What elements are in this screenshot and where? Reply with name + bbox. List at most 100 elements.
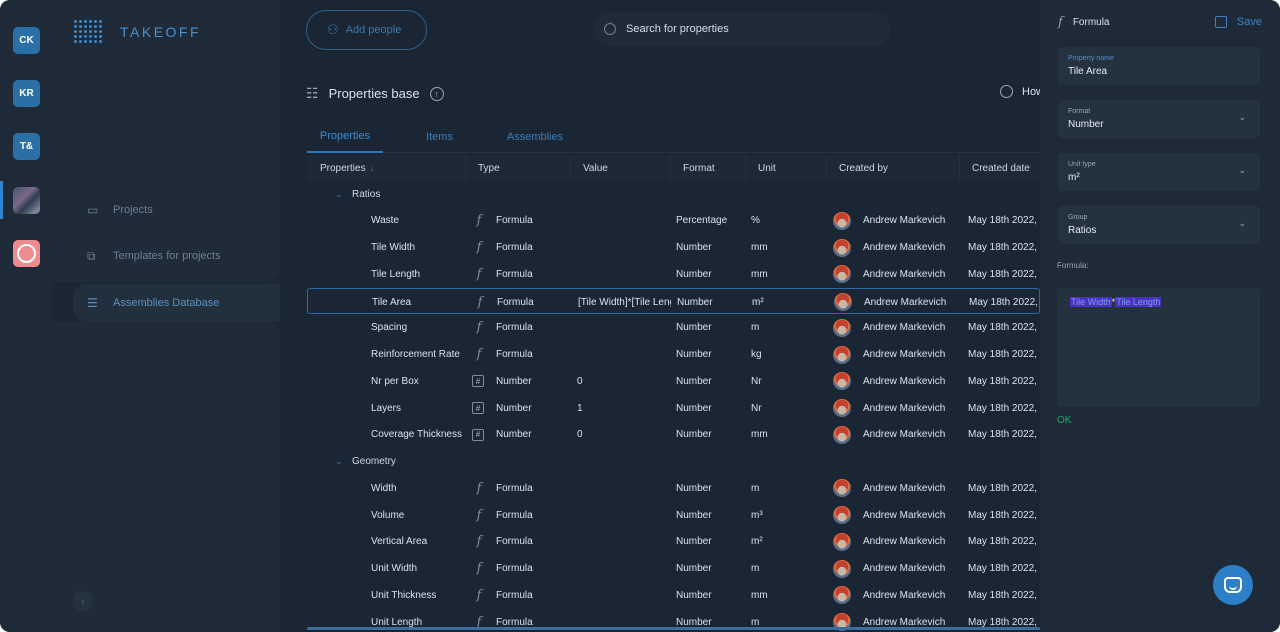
column-header-format[interactable]: Format [670, 155, 745, 181]
chevron-down-icon: ⌄ [335, 188, 343, 199]
type-cell: f Formula [472, 235, 570, 261]
type-cell: # Number [472, 422, 570, 448]
table-row[interactable]: Layers # Number 1 Number Nr Andrew Markevich Ma… [307, 395, 1040, 421]
page-title-text: Properties base [328, 86, 420, 101]
column-header-properties[interactable]: Properties ↓ [307, 155, 465, 181]
group-value: Ratios [1068, 225, 1097, 236]
group-row[interactable]: ⌄ Geometry [307, 449, 1040, 475]
format-cell: Number [676, 563, 712, 574]
upload-icon[interactable]: ↑ [429, 86, 444, 101]
column-header-created-date[interactable]: Created date [959, 155, 1040, 181]
property-name-cell: Width [371, 482, 397, 494]
chevron-left-icon: ‹ [81, 595, 85, 607]
avatar [834, 293, 852, 311]
sort-down-icon: ↓ [369, 163, 375, 173]
created-by-cell: Andrew Markevich [833, 502, 959, 528]
created-by-cell: Andrew Markevich [833, 529, 959, 555]
workspace-image-avatar[interactable] [13, 187, 40, 214]
tab-items[interactable]: Items [417, 120, 462, 153]
logo-dots-icon [74, 20, 104, 43]
column-header-created-by[interactable]: Created by [826, 155, 959, 181]
property-name-field[interactable]: Property name Tile Area [1058, 47, 1260, 85]
table-row[interactable]: Vertical Area f Formula Number m² Andrew Mark… [307, 529, 1040, 555]
created-by-name: Andrew Markevich [863, 589, 946, 601]
how-to-link[interactable]: How [1000, 85, 1040, 98]
format-cell: Number [676, 589, 712, 601]
table-row[interactable]: Tile Length f Formula Number mm Andrew Markev… [307, 261, 1040, 287]
created-by-cell: Andrew Markevich [833, 235, 959, 261]
created-by-name: Andrew Markevich [864, 296, 947, 308]
table-row[interactable]: Unit Width f Formula Number m Andrew Markevic… [307, 556, 1040, 582]
table-row[interactable]: Reinforcement Rate f Formula Number kg Andrew… [307, 342, 1040, 368]
sidebar-item-templates[interactable]: ⧉ Templates for projects [73, 237, 280, 275]
group-name: Ratios [352, 188, 381, 200]
group-select[interactable]: Group Ratios ⌄ [1058, 206, 1260, 244]
table-row[interactable]: Coverage Thickness # Number 0 Number mm Andrew… [307, 422, 1040, 448]
created-date-cell: May 18th 2022, 1 [968, 375, 1040, 387]
main-content: ⚇ Add people Search for properties ☷ Pro… [280, 0, 1040, 632]
search-icon [604, 23, 616, 35]
number-icon: # [472, 402, 484, 414]
column-header-value[interactable]: Value [570, 155, 670, 181]
collapse-sidebar-button[interactable]: ‹ [73, 591, 93, 611]
table-row[interactable]: Width f Formula Number m Andrew Markevich May … [307, 475, 1040, 501]
unit-cell: mm [751, 589, 768, 601]
table-row[interactable]: Tile Width f Formula Number mm Andrew Markevi… [307, 235, 1040, 261]
save-icon [1214, 16, 1227, 28]
column-header-type[interactable]: Type [465, 155, 570, 181]
workspace-logo-avatar[interactable] [13, 240, 40, 267]
add-people-button[interactable]: ⚇ Add people [306, 10, 427, 50]
created-by-cell: Andrew Markevich [833, 368, 959, 394]
avatar [833, 532, 851, 551]
formula-icon: f [476, 534, 482, 550]
workspace-kr[interactable]: KR [13, 80, 40, 107]
table-row[interactable]: Volume f Formula Number m³ Andrew Markevich Ma… [307, 502, 1040, 528]
value-cell [577, 475, 670, 501]
formula-token[interactable]: Tile Length [1115, 297, 1162, 307]
table-row[interactable]: Waste f Formula Percentage% Andrew Markevich… [307, 208, 1040, 234]
sidebar-item-projects[interactable]: ▭ Projects [73, 191, 280, 229]
tab-properties[interactable]: Properties [307, 120, 383, 153]
sidebar-item-assemblies-database[interactable]: ☰ Assemblies Database [73, 284, 280, 322]
value-cell: 0 [577, 429, 583, 441]
logo[interactable]: TAKEOFF [74, 20, 201, 43]
type-cell: f Formula [472, 475, 570, 501]
created-by-cell: Andrew Markevich [833, 556, 959, 582]
type-label: Formula [496, 536, 533, 548]
search-input[interactable]: Search for properties [593, 12, 891, 46]
created-date-cell: May 18th 2022, 1 [968, 322, 1040, 334]
chat-support-button[interactable] [1213, 565, 1253, 605]
formula-status: OK [1057, 415, 1072, 426]
avatar [833, 479, 851, 498]
avatar [833, 238, 851, 257]
created-date-cell: May 18th 2022, 1 [968, 563, 1040, 574]
created-by-name: Andrew Markevich [863, 322, 946, 334]
type-label: Formula [496, 616, 533, 628]
list-icon: ☷ [306, 85, 319, 101]
value-cell [577, 582, 670, 608]
group-row[interactable]: ⌄ Ratios [307, 181, 1040, 207]
workspace-ck[interactable]: CK [13, 27, 40, 54]
formula-editor[interactable]: Tile Width*Tile Length [1057, 288, 1260, 407]
format-cell: Number [676, 322, 712, 334]
unit-cell: m² [752, 296, 764, 308]
formula-token[interactable]: Tile Width [1070, 297, 1112, 307]
save-button[interactable]: Save [1214, 12, 1262, 32]
created-by-name: Andrew Markevich [863, 402, 946, 414]
created-date-cell: May 18th 2022, 1 [969, 296, 1040, 308]
created-by-name: Andrew Markevich [863, 349, 946, 360]
column-header-unit[interactable]: Unit [745, 155, 826, 181]
table-row[interactable]: Unit Thickness f Formula Number mm Andrew Mar… [307, 582, 1040, 608]
format-select[interactable]: Format Number ⌄ [1058, 100, 1260, 138]
workspace-t[interactable]: T& [13, 133, 40, 160]
table-row[interactable]: Spacing f Formula Number m Andrew Markevich Ma… [307, 315, 1040, 341]
formula-icon: f [476, 240, 482, 255]
created-by-cell: Andrew Markevich [833, 315, 959, 341]
tab-assemblies[interactable]: Assemblies [500, 120, 570, 153]
unit-type-select[interactable]: Unit type m² ⌄ [1058, 153, 1260, 191]
table-row[interactable]: Tile Area f Formula [Tile Width]*[Tile Leng… [307, 288, 1040, 314]
horizontal-scrollbar[interactable] [307, 627, 1040, 630]
property-name-cell: Waste [371, 215, 399, 227]
table-row[interactable]: Nr per Box # Number 0 Number Nr Andrew Markevi… [307, 368, 1040, 394]
avatar [833, 559, 851, 578]
